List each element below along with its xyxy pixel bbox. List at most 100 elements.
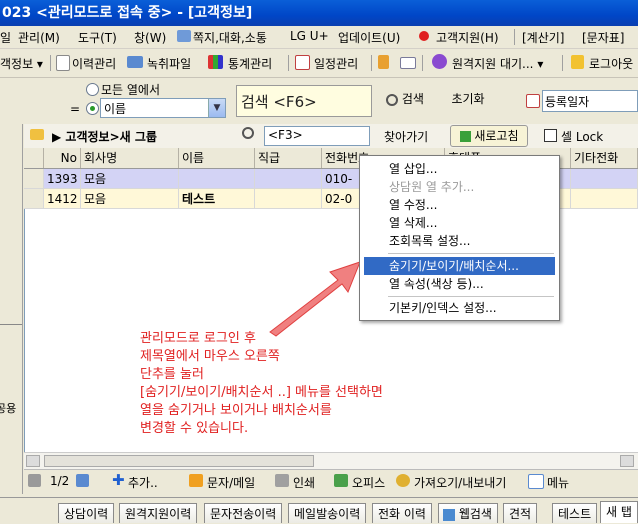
row-selector[interactable] [24,189,44,209]
column-header-company[interactable]: 회사명 [81,148,179,168]
tab-remote-history[interactable]: 원격지원이력 [119,503,198,523]
refresh-icon [459,131,471,142]
scroll-right-button[interactable] [620,455,634,467]
toolbar-schedule[interactable]: 일정관리 [314,55,358,72]
left-panel: 공용 [0,124,23,494]
toolbar-logout[interactable]: 로그아웃 [589,55,633,72]
toolbar-customer-info[interactable]: 객정보 ▾ [0,55,43,72]
annotation-line: 단추를 눌러 [140,367,204,382]
tab-new[interactable]: 새 탭 [600,501,638,523]
column-select[interactable]: 이름 ▼ [100,98,226,118]
search-input-value: 검색 <F6> [241,93,317,111]
row-selector[interactable] [24,169,44,189]
context-menu-item-list-settings[interactable]: 조회목록 설정... [364,232,555,250]
cell-other-phone[interactable] [571,169,638,189]
cell-name[interactable]: 테스트 [179,189,255,209]
history-icon [56,55,70,71]
cell-title[interactable] [255,189,322,209]
import-export-icon [396,474,410,487]
cell-company[interactable]: 모음 [81,189,179,209]
cell-lock-checkbox[interactable] [544,129,557,142]
column-select-value: 이름 [104,102,127,116]
cell-no[interactable]: 1412 [44,189,81,209]
stats-chart-icon [208,55,223,69]
cell-title[interactable] [255,169,322,189]
toolbar-separator [288,55,289,71]
goto-button[interactable]: 찾아가기 [384,128,428,145]
toolbar-history[interactable]: 이력관리 [72,55,116,72]
arrow-shape [269,261,361,337]
import-export-button[interactable]: 가져오기/내보내기 [414,474,506,491]
menu-item-file[interactable]: 일 [0,29,11,46]
menu-separator [514,29,515,45]
search-input[interactable]: 검색 <F6> [236,85,372,117]
radio-column[interactable] [86,102,99,115]
panel-divider [0,324,22,325]
tab-mail-history[interactable]: 메일발송이력 [288,503,367,523]
annotation-line: [숨기기/보이기/배치순서 ..] 메뉴를 선택하면 [140,385,383,400]
sms-mail-button[interactable]: 문자/메일 [207,474,255,491]
context-menu-item-add-agent-column: 상담원 열 추가... [389,180,475,194]
scroll-thumb[interactable] [44,455,314,467]
context-menu-item-key-index[interactable]: 기본키/인덱스 설정... [364,299,555,317]
context-menu: 열 삽입... 상담원 열 추가... 열 수정... 열 삭제... 조회목록… [359,155,560,321]
context-menu-item-column-properties[interactable]: 열 속성(색상 등)... [364,275,555,293]
toolbar-separator [562,55,563,71]
left-panel-label: 공용 [0,402,17,415]
add-button[interactable]: 추가.. [128,474,158,491]
context-menu-item-hide-show-order[interactable]: 숨기기/보이기/배치순서... [364,257,555,275]
menu-item-lgu[interactable]: LG U+ [290,29,329,43]
column-header-no[interactable]: No [44,148,81,168]
equals-label: = [70,102,81,116]
menu-item-tools[interactable]: 도구(T) [78,29,117,46]
page-indicator: 1/2 [50,474,70,488]
header-row-selector[interactable] [24,148,44,168]
print-button[interactable]: 인쇄 [293,474,315,491]
cell-name[interactable] [179,169,255,189]
date-select-value: 등록일자 [545,95,590,109]
search-button[interactable]: 검색 [380,88,430,110]
tab-test[interactable]: 테스트 [552,503,598,523]
context-menu-item-insert-column[interactable]: 열 삽입... [364,160,555,178]
page-up-icon[interactable] [28,474,41,487]
menu-item-window[interactable]: 창(W) [134,29,166,46]
menu-item-chat[interactable]: 쪽지,대화,소통 [193,29,267,46]
scroll-left-button[interactable] [26,455,40,467]
find-icon [242,127,254,139]
cell-no[interactable]: 1393 [44,169,81,189]
context-menu-item-edit-column[interactable]: 열 수정... [364,196,555,214]
toolbar-statistics[interactable]: 통계관리 [228,55,272,72]
toolbar-remote-support[interactable]: 원격지원 대기... ▾ [452,55,543,72]
cell-other-phone[interactable] [571,189,638,209]
horizontal-scrollbar[interactable] [24,452,638,469]
menu-item-manage[interactable]: 관리(M) [18,29,60,46]
column-header-other-phone[interactable]: 기타전화 [571,148,638,168]
menu-item-calculator[interactable]: [계산기] [522,29,564,46]
column-header-title[interactable]: 직급 [255,148,322,168]
path-bar: ▶ 고객정보>새 그룹 <F3> 찾아가기 새로고침 셀 Lock [24,124,638,149]
tab-call-history[interactable]: 전화 이력 [372,503,432,523]
reset-button[interactable]: 초기화 [440,88,496,110]
context-menu-item-delete-column[interactable]: 열 삭제... [364,214,555,232]
tab-sms-history[interactable]: 문자전송이력 [204,503,283,523]
add-icon: ✚ [112,471,125,489]
toolbar-recordings[interactable]: 녹취파일 [147,55,191,72]
find-input[interactable]: <F3> [264,126,370,146]
tab-quote[interactable]: 견적 [503,503,538,523]
date-select[interactable]: 등록일자 [542,90,638,112]
group-path: ▶ 고객정보>새 그룹 [52,130,157,144]
sms-icon [189,474,203,487]
menu-button[interactable]: 메뉴 [547,474,569,491]
refresh-button[interactable]: 새로고침 [450,125,528,147]
menu-item-support[interactable]: 고객지원(H) [436,29,499,46]
radio-all-columns[interactable] [86,83,99,96]
column-header-name[interactable]: 이름 [179,148,255,168]
cell-company[interactable]: 모음 [81,169,179,189]
menu-item-update[interactable]: 업데이트(U) [338,29,400,46]
tab-consult-history[interactable]: 상담이력 [58,503,115,523]
office-button[interactable]: 오피스 [352,474,385,491]
page-down-icon[interactable] [76,474,89,487]
chevron-down-icon[interactable]: ▼ [208,99,225,117]
menu-item-charmap[interactable]: [문자표] [582,29,624,46]
tab-web-search[interactable]: 웹검색 [438,503,498,523]
